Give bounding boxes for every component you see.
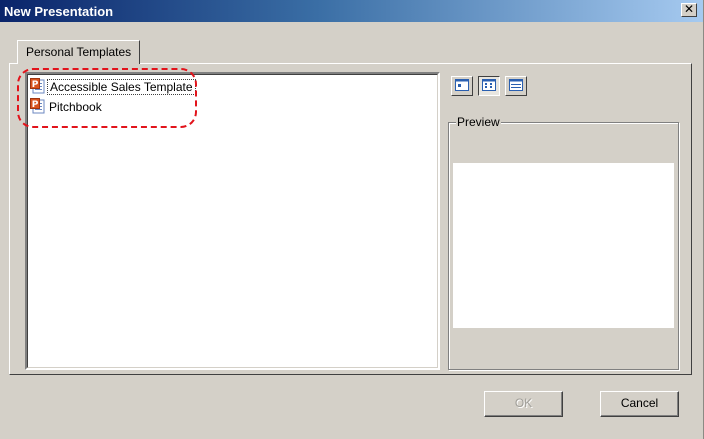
ok-button[interactable]: OK [484,391,563,417]
details-view-icon [509,78,523,94]
svg-text:P: P [32,100,39,110]
list-item[interactable]: P Pitchbook [30,98,104,116]
preview-label: Preview [456,115,501,129]
tab-personal-templates[interactable]: Personal Templates [17,40,141,64]
large-icons-icon [455,78,469,94]
list-view-icon [482,78,496,94]
preview-group: Preview [448,115,679,370]
template-list-frame: P Accessible Sales Template P Pitchbook [27,74,438,368]
template-label: Pitchbook [49,100,102,114]
template-list[interactable]: P Accessible Sales Template P Pitchbook [25,72,440,370]
close-icon: ✕ [683,2,695,16]
close-button[interactable]: ✕ [681,3,697,17]
list-view-button[interactable] [478,76,500,96]
svg-text:P: P [32,80,39,90]
preview-area [453,163,674,328]
powerpoint-file-icon: P [30,98,45,114]
list-item[interactable]: P Accessible Sales Template [30,78,196,96]
template-label: Accessible Sales Template [47,79,196,95]
details-view-button[interactable] [505,76,527,96]
cancel-button[interactable]: Cancel [600,391,679,417]
title-bar[interactable]: New Presentation ✕ [0,0,703,22]
cancel-button-label: Cancel [620,396,659,410]
tab-label: Personal Templates [26,45,132,59]
ok-button-label: OK [514,396,533,410]
new-presentation-dialog: New Presentation ✕ Personal Templates P [0,0,704,439]
large-icons-view-button[interactable] [451,76,473,96]
window-title: New Presentation [4,4,114,19]
powerpoint-file-icon: P [30,78,45,94]
